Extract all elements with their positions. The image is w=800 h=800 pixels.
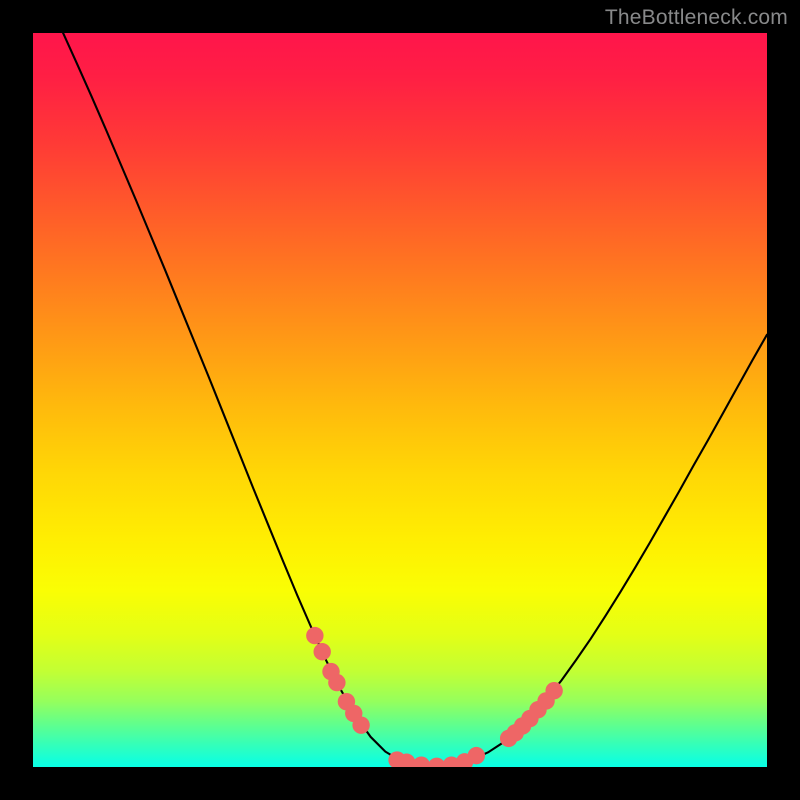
right-cluster-markers: [500, 682, 563, 747]
bottom-cluster-markers: [388, 747, 485, 767]
chart-frame: TheBottleneck.com: [0, 0, 800, 800]
watermark-text: TheBottleneck.com: [605, 6, 788, 30]
curve-path: [63, 33, 767, 766]
left-cluster-markers: [306, 627, 370, 734]
plot-area: [33, 33, 767, 767]
chart-svg: [33, 33, 767, 767]
